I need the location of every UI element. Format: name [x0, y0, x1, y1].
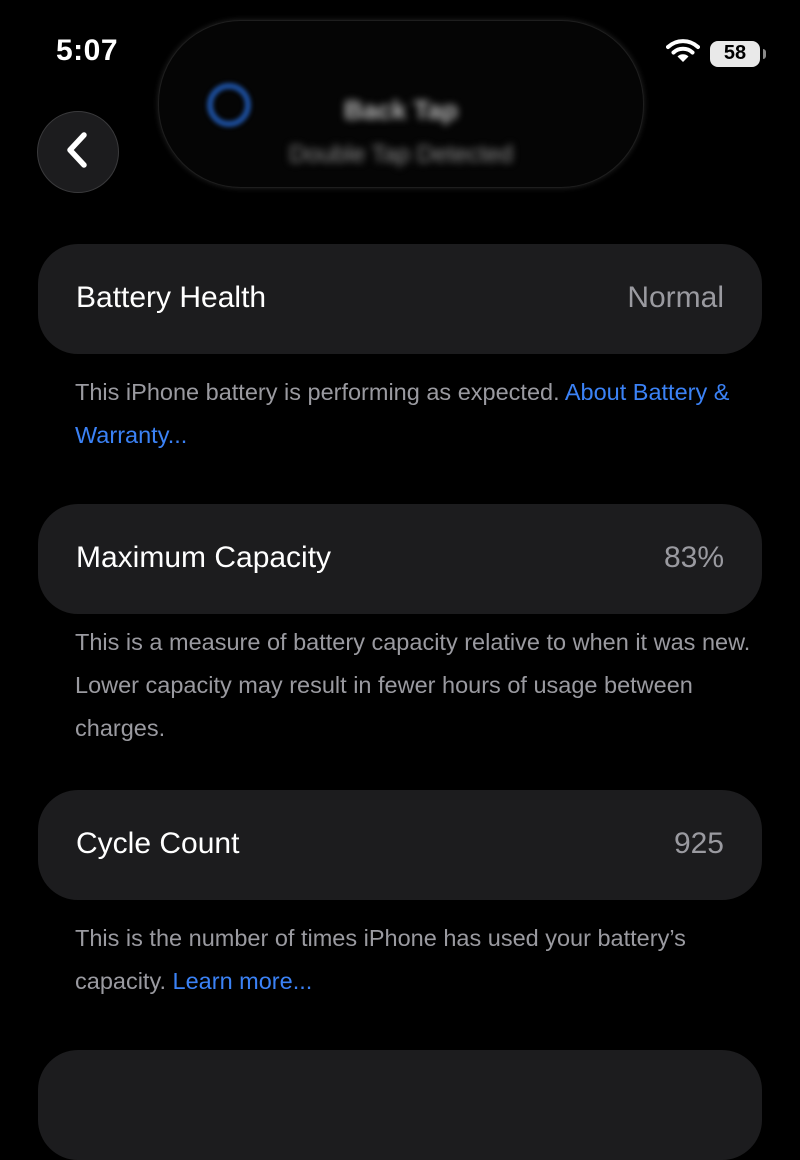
island-title: Back Tap [344, 95, 458, 125]
note-text: This is the number of times iPhone has u… [75, 925, 686, 994]
row-label: Battery Health [76, 281, 267, 314]
chevron-left-icon [63, 131, 93, 174]
island-subtitle: Double Tap Detected [289, 141, 513, 168]
battery-health-note: This iPhone battery is performing as exp… [75, 371, 755, 457]
note-text: This iPhone battery is performing as exp… [75, 379, 560, 405]
next-setting-row[interactable] [38, 1050, 762, 1160]
learn-more-link[interactable]: Learn more... [173, 968, 313, 994]
dynamic-island-notification: Back Tap Double Tap Detected [158, 20, 644, 188]
status-indicators: 58 [666, 38, 766, 69]
row-label: Maximum Capacity [76, 541, 332, 574]
row-value: 925 [673, 827, 724, 860]
battery-health-row: Battery Health Normal [38, 244, 762, 354]
status-time: 5:07 [56, 34, 119, 67]
back-button[interactable] [37, 111, 119, 193]
cycle-count-note: This is the number of times iPhone has u… [75, 917, 755, 1003]
row-value: 83% [663, 541, 724, 574]
battery-level: 58 [723, 42, 747, 64]
row-value: Normal [627, 281, 724, 314]
wifi-icon [666, 38, 700, 69]
row-label: Cycle Count [76, 827, 240, 860]
cycle-count-row: Cycle Count 925 [38, 790, 762, 900]
maximum-capacity-row: Maximum Capacity 83% [38, 504, 762, 614]
maximum-capacity-note: This is a measure of battery capacity re… [75, 621, 755, 750]
battery-icon: 58 [710, 40, 766, 67]
note-text: This is a measure of battery capacity re… [75, 629, 751, 741]
